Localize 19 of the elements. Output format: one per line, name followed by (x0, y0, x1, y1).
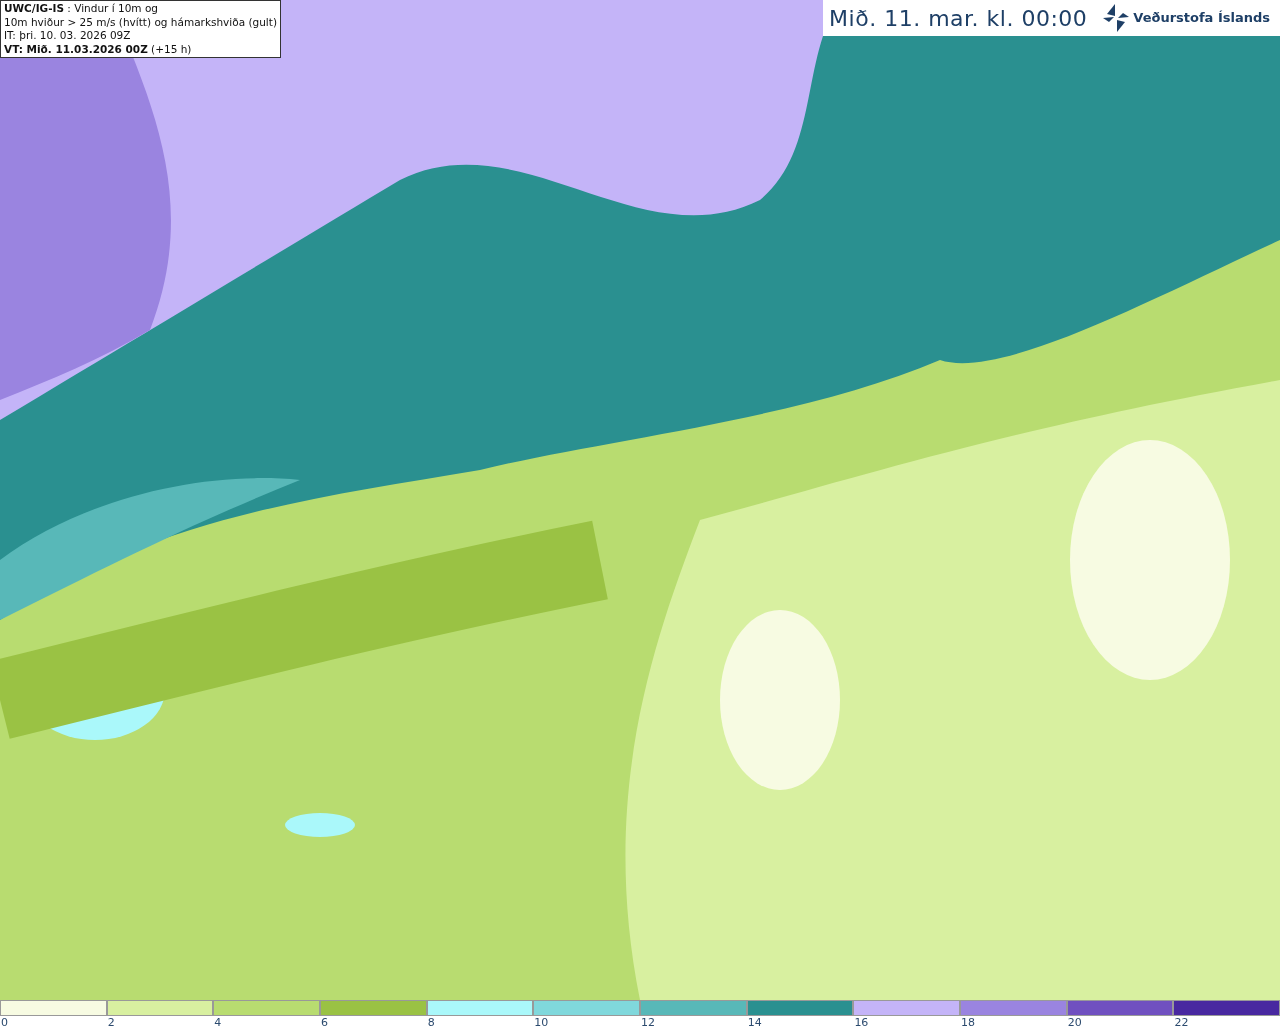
scale-tick-label: 22 (1173, 1016, 1189, 1029)
scale-tick-label: 8 (426, 1016, 435, 1029)
info-line: UWC/IG-IS : Vindur í 10m og (4, 2, 159, 16)
scale-tick-label: 0 (0, 1016, 8, 1029)
date-time-title: Mið. 11. mar. kl. 00:00 (829, 4, 1088, 33)
scale-tick-label: 4 (213, 1016, 222, 1029)
scale-tick-label: 14 (746, 1016, 762, 1029)
scale-tick-label: 12 (640, 1016, 656, 1029)
scale-tick-label: 18 (960, 1016, 976, 1029)
info-line: IT: þri. 10. 03. 2026 09Z (4, 29, 132, 43)
logo-icon (1103, 4, 1130, 32)
info-line: VT: Mið. 11.03.2026 00Z (+15 h) (4, 42, 193, 56)
scale-tick-label: 2 (106, 1016, 115, 1029)
info-line: 10m hviður > 25 m/s (hvítt) og hámarkshviða (gult) (4, 15, 277, 29)
logo-text: Veðurstofa Íslands (1133, 9, 1270, 28)
scale-tick-label: 16 (853, 1016, 869, 1029)
scale-tick-label: 10 (533, 1016, 549, 1029)
scale-tick-label: 6 (320, 1016, 328, 1029)
scale-tick-label: 20 (1066, 1016, 1082, 1029)
